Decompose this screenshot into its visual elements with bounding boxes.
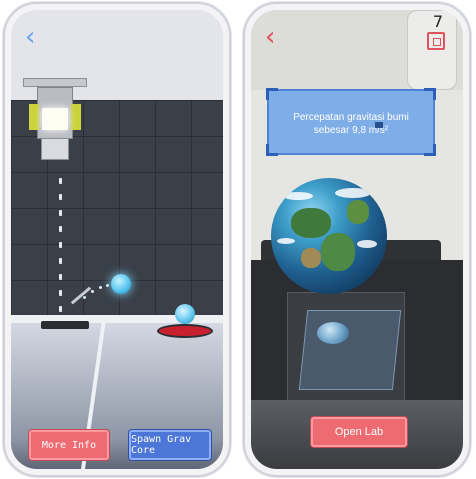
chevron-left-icon[interactable]: ‹ <box>265 24 275 50</box>
phone-left: ‹ More Info Spawn Grav Core <box>3 2 231 477</box>
drop-path-dash <box>59 258 62 264</box>
open-lab-button[interactable]: Open Lab <box>311 417 407 447</box>
drop-path-dash <box>59 178 62 184</box>
side-button <box>469 134 471 174</box>
drop-path-dash <box>59 274 62 280</box>
spawn-grav-core-button[interactable]: Spawn Grav Core <box>129 430 211 460</box>
trajectory-dot <box>106 284 109 287</box>
phone-right: Percepatan gravitasi bumi sebesar 9,8 m/… <box>243 2 471 477</box>
ar-marker-plate <box>298 310 402 390</box>
more-info-button[interactable]: More Info <box>29 430 109 460</box>
drop-path-dash <box>59 306 62 312</box>
step-number: 7 <box>432 12 443 31</box>
chevron-left-icon[interactable]: ‹ <box>25 24 35 50</box>
earth-globe <box>271 178 387 294</box>
side-button <box>3 124 5 154</box>
drop-path-dash <box>59 210 62 216</box>
left-ar-scene: ‹ More Info Spawn Grav Core <box>11 10 223 469</box>
right-ar-scene: Percepatan gravitasi bumi sebesar 9,8 m/… <box>251 10 463 469</box>
gravity-info-text: Percepatan gravitasi bumi sebesar 9,8 m/… <box>293 112 409 136</box>
trajectory-dot <box>99 286 102 289</box>
launch-pad <box>41 321 89 329</box>
grav-core-spawner[interactable] <box>157 304 213 338</box>
trajectory-dot <box>91 290 94 293</box>
info-card: Percepatan gravitasi bumi sebesar 9,8 m/… <box>266 88 436 156</box>
trajectory-dot <box>83 296 86 299</box>
drop-path-dash <box>59 242 62 248</box>
drop-path-dash <box>59 290 62 296</box>
earth-reflection <box>317 322 349 344</box>
drop-path-dash <box>59 226 62 232</box>
drop-path-dash <box>59 194 62 200</box>
camera-frame-icon[interactable] <box>427 32 445 50</box>
ball-dropper-machine <box>23 78 87 164</box>
grav-core-ball <box>111 274 131 294</box>
card-tag <box>375 122 383 128</box>
